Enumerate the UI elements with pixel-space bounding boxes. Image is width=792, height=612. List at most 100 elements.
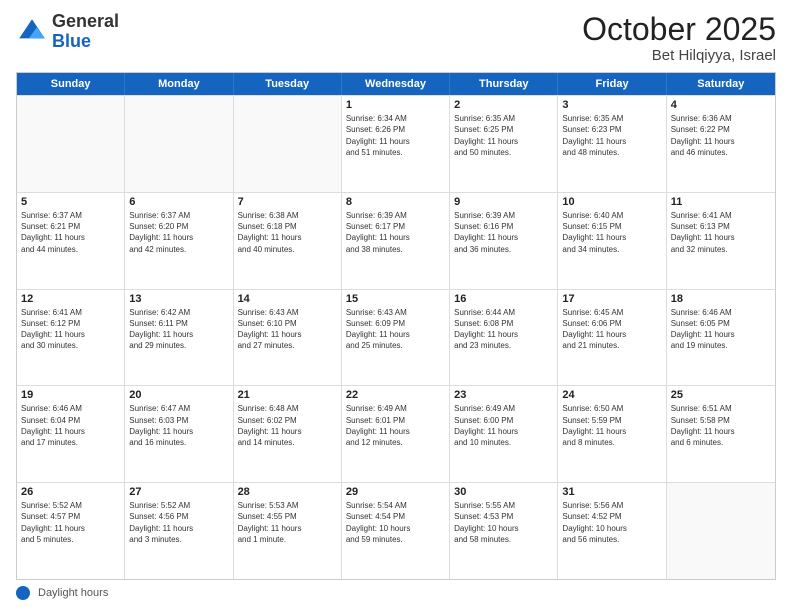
logo: General Blue (16, 12, 119, 52)
cal-header-day: Sunday (17, 73, 125, 95)
cal-cell: 21Sunrise: 6:48 AM Sunset: 6:02 PM Dayli… (234, 386, 342, 482)
day-number: 10 (562, 196, 661, 208)
day-number: 24 (562, 389, 661, 401)
header: General Blue October 2025 Bet Hilqiyya, … (16, 12, 776, 64)
day-number: 23 (454, 389, 553, 401)
day-number: 17 (562, 293, 661, 305)
day-info: Sunrise: 5:55 AM Sunset: 4:53 PM Dayligh… (454, 500, 553, 545)
day-number: 4 (671, 99, 771, 111)
day-info: Sunrise: 6:35 AM Sunset: 6:25 PM Dayligh… (454, 113, 553, 158)
day-number: 19 (21, 389, 120, 401)
cal-row: 26 Sunrise: 5:52 AM Sunset: 4:57 PM Dayli… (17, 482, 775, 579)
day-info: Sunrise: 6:44 AM Sunset: 6:08 PM Dayligh… (454, 307, 553, 352)
day-number: 3 (562, 99, 661, 111)
day-number: 30 (454, 486, 553, 498)
day-number: 12 (21, 293, 120, 305)
cal-cell: 11Sunrise: 6:41 AM Sunset: 6:13 PM Dayli… (667, 193, 775, 289)
cal-row: 1Sunrise: 6:34 AM Sunset: 6:26 PM Daylig… (17, 95, 775, 192)
day-info: Sunrise: 6:50 AM Sunset: 5:59 PM Dayligh… (562, 403, 661, 448)
day-info: Sunrise: 5:52 AM Sunset: 4:56 PM Dayligh… (129, 500, 228, 545)
calendar-body: 1Sunrise: 6:34 AM Sunset: 6:26 PM Daylig… (17, 95, 775, 579)
day-info: Sunrise: 5:52 AM Sunset: 4:57 PM Dayligh… (21, 500, 120, 545)
day-info: Sunrise: 5:54 AM Sunset: 4:54 PM Dayligh… (346, 500, 445, 545)
cal-cell: 18 Sunrise: 6:46 AM Sunset: 6:05 PM Dayli… (667, 290, 775, 386)
day-number: 18 (671, 293, 771, 305)
cal-cell (667, 483, 775, 579)
cal-cell: 27Sunrise: 5:52 AM Sunset: 4:56 PM Dayli… (125, 483, 233, 579)
location-subtitle: Bet Hilqiyya, Israel (582, 47, 776, 64)
day-number: 28 (238, 486, 337, 498)
day-info: Sunrise: 6:43 AM Sunset: 6:10 PM Dayligh… (238, 307, 337, 352)
day-info: Sunrise: 6:37 AM Sunset: 6:21 PM Dayligh… (21, 210, 120, 255)
cal-cell: 31Sunrise: 5:56 AM Sunset: 4:52 PM Dayli… (558, 483, 666, 579)
cal-row: 19Sunrise: 6:46 AM Sunset: 6:04 PM Dayli… (17, 385, 775, 482)
cal-cell: 1Sunrise: 6:34 AM Sunset: 6:26 PM Daylig… (342, 96, 450, 192)
cal-cell: 20 Sunrise: 6:47 AM Sunset: 6:03 PM Dayli… (125, 386, 233, 482)
day-number: 7 (238, 196, 337, 208)
footer-label: Daylight hours (38, 587, 108, 599)
daylight-indicator (16, 586, 30, 600)
day-number: 20 (129, 389, 228, 401)
logo-text: General Blue (52, 12, 119, 52)
cal-cell: 19Sunrise: 6:46 AM Sunset: 6:04 PM Dayli… (17, 386, 125, 482)
day-info: Sunrise: 6:40 AM Sunset: 6:15 PM Dayligh… (562, 210, 661, 255)
day-number: 9 (454, 196, 553, 208)
cal-header-day: Friday (558, 73, 666, 95)
logo-icon (16, 16, 48, 48)
cal-header-day: Monday (125, 73, 233, 95)
day-info: Sunrise: 6:39 AM Sunset: 6:17 PM Dayligh… (346, 210, 445, 255)
day-info: Sunrise: 6:46 AM Sunset: 6:05 PM Dayligh… (671, 307, 771, 352)
footer: Daylight hours (16, 586, 776, 600)
cal-cell: 15Sunrise: 6:43 AM Sunset: 6:09 PM Dayli… (342, 290, 450, 386)
cal-cell: 7 Sunrise: 6:38 AM Sunset: 6:18 PM Daylig… (234, 193, 342, 289)
cal-cell: 29 Sunrise: 5:54 AM Sunset: 4:54 PM Dayli… (342, 483, 450, 579)
cal-cell: 5 Sunrise: 6:37 AM Sunset: 6:21 PM Daylig… (17, 193, 125, 289)
day-number: 8 (346, 196, 445, 208)
cal-header-day: Thursday (450, 73, 558, 95)
cal-row: 12Sunrise: 6:41 AM Sunset: 6:12 PM Dayli… (17, 289, 775, 386)
day-info: Sunrise: 6:34 AM Sunset: 6:26 PM Dayligh… (346, 113, 445, 158)
day-info: Sunrise: 6:39 AM Sunset: 6:16 PM Dayligh… (454, 210, 553, 255)
page: General Blue October 2025 Bet Hilqiyya, … (0, 0, 792, 612)
cal-cell: 13Sunrise: 6:42 AM Sunset: 6:11 PM Dayli… (125, 290, 233, 386)
day-number: 25 (671, 389, 771, 401)
calendar-header: SundayMondayTuesdayWednesdayThursdayFrid… (17, 73, 775, 95)
day-number: 6 (129, 196, 228, 208)
day-info: Sunrise: 5:53 AM Sunset: 4:55 PM Dayligh… (238, 500, 337, 545)
day-number: 16 (454, 293, 553, 305)
cal-cell: 16 Sunrise: 6:44 AM Sunset: 6:08 PM Dayli… (450, 290, 558, 386)
cal-cell: 26 Sunrise: 5:52 AM Sunset: 4:57 PM Dayli… (17, 483, 125, 579)
day-number: 15 (346, 293, 445, 305)
day-info: Sunrise: 6:42 AM Sunset: 6:11 PM Dayligh… (129, 307, 228, 352)
cal-cell: 8 Sunrise: 6:39 AM Sunset: 6:17 PM Daylig… (342, 193, 450, 289)
cal-cell: 2 Sunrise: 6:35 AM Sunset: 6:25 PM Daylig… (450, 96, 558, 192)
day-number: 5 (21, 196, 120, 208)
day-number: 11 (671, 196, 771, 208)
day-number: 29 (346, 486, 445, 498)
cal-cell: 22 Sunrise: 6:49 AM Sunset: 6:01 PM Dayli… (342, 386, 450, 482)
day-number: 21 (238, 389, 337, 401)
day-info: Sunrise: 6:38 AM Sunset: 6:18 PM Dayligh… (238, 210, 337, 255)
day-info: Sunrise: 6:45 AM Sunset: 6:06 PM Dayligh… (562, 307, 661, 352)
cal-cell (17, 96, 125, 192)
cal-header-day: Tuesday (234, 73, 342, 95)
cal-cell: 12Sunrise: 6:41 AM Sunset: 6:12 PM Dayli… (17, 290, 125, 386)
cal-header-day: Wednesday (342, 73, 450, 95)
cal-header-day: Saturday (667, 73, 775, 95)
day-number: 2 (454, 99, 553, 111)
cal-cell: 9 Sunrise: 6:39 AM Sunset: 6:16 PM Daylig… (450, 193, 558, 289)
cal-cell: 25 Sunrise: 6:51 AM Sunset: 5:58 PM Dayli… (667, 386, 775, 482)
cal-cell: 6Sunrise: 6:37 AM Sunset: 6:20 PM Daylig… (125, 193, 233, 289)
month-title: October 2025 (582, 12, 776, 47)
day-info: Sunrise: 6:49 AM Sunset: 6:01 PM Dayligh… (346, 403, 445, 448)
day-info: Sunrise: 6:49 AM Sunset: 6:00 PM Dayligh… (454, 403, 553, 448)
day-number: 22 (346, 389, 445, 401)
day-info: Sunrise: 6:47 AM Sunset: 6:03 PM Dayligh… (129, 403, 228, 448)
day-number: 26 (21, 486, 120, 498)
day-info: Sunrise: 6:51 AM Sunset: 5:58 PM Dayligh… (671, 403, 771, 448)
cal-cell: 4 Sunrise: 6:36 AM Sunset: 6:22 PM Daylig… (667, 96, 775, 192)
day-info: Sunrise: 6:36 AM Sunset: 6:22 PM Dayligh… (671, 113, 771, 158)
cal-cell: 14Sunrise: 6:43 AM Sunset: 6:10 PM Dayli… (234, 290, 342, 386)
cal-row: 5 Sunrise: 6:37 AM Sunset: 6:21 PM Daylig… (17, 192, 775, 289)
cal-cell: 23 Sunrise: 6:49 AM Sunset: 6:00 PM Dayli… (450, 386, 558, 482)
